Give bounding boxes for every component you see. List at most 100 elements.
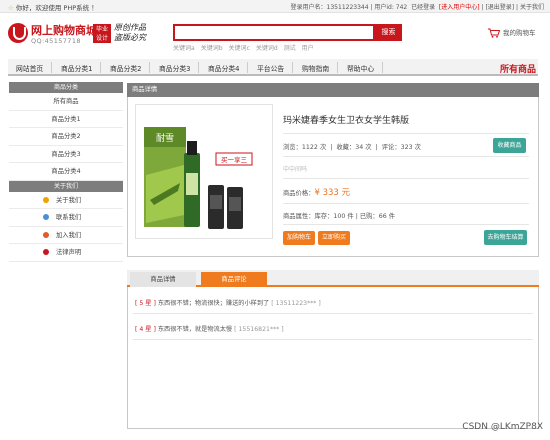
product-detail-title: 商品详情: [127, 83, 539, 97]
review-stars: 4 星: [139, 326, 152, 333]
product-attributes: 商品属性：库存：100 件 | 已购：66 件: [283, 213, 396, 220]
tab-product-detail[interactable]: 商品详情: [130, 272, 196, 287]
review-bracket: ]: [151, 326, 156, 333]
nav-category-1[interactable]: 商品分类1: [61, 63, 93, 73]
hot-keyword[interactable]: 关键词a: [173, 45, 195, 52]
sidebar: 商品分类 所有商品 商品分类1 商品分类2 商品分类3 商品分类4 关于我们 关…: [9, 82, 123, 262]
user-id: 用户id: 742: [374, 4, 408, 11]
graduation-badge: 毕业 设计: [93, 24, 111, 43]
views-unit: 次: [319, 144, 327, 151]
nav-divider: [247, 62, 248, 73]
cart-label: 我的购物车: [503, 29, 536, 37]
sidebar-item-category-3[interactable]: 商品分类3: [9, 146, 123, 163]
main-nav: 网站首页 商品分类1 商品分类2 商品分类3 商品分类4 平台公告 购物指南 帮…: [8, 59, 538, 76]
review-bracket: ]: [151, 300, 156, 307]
nav-divider: [149, 62, 150, 73]
review-text: 东西很不错；物流很快；赚送的小样到了: [157, 300, 270, 307]
divider: [133, 313, 533, 314]
sidebar-item-category-4[interactable]: 商品分类4: [9, 163, 123, 181]
sidebar-item-contact[interactable]: 联系我们: [9, 209, 123, 227]
checkout-button[interactable]: 去购物车结算: [484, 230, 527, 245]
cart-link[interactable]: 我的购物车: [488, 27, 536, 38]
divider: [283, 178, 529, 179]
hot-keyword[interactable]: 关键词c: [229, 45, 250, 52]
divider: [283, 156, 529, 157]
nav-announcements[interactable]: 平台公告: [257, 63, 284, 73]
buy-now-button[interactable]: 立即购买: [318, 231, 350, 245]
badge-line-2: 设计: [95, 35, 108, 42]
review-text: 东西很不错，就是物流太慢: [157, 326, 233, 333]
divider: [133, 339, 533, 340]
user-center-link[interactable]: [进入用户中心]: [439, 4, 480, 11]
top-links: 登录用户名：13511223344 | 用户id: 742 已经登录 [进入用户…: [290, 4, 544, 11]
product-subtitle: 中中间吗: [283, 166, 308, 173]
logout-link[interactable]: [退出登录]: [485, 4, 514, 11]
sidebar-item-category-1[interactable]: 商品分类1: [9, 111, 123, 128]
contact-icon: [43, 214, 49, 220]
sidebar-item-all[interactable]: 所有商品: [9, 93, 123, 111]
all-goods-link[interactable]: 所有商品: [500, 62, 536, 75]
search-input[interactable]: [173, 24, 375, 41]
review-user-id: 13511223***: [275, 300, 317, 307]
info-icon: [43, 196, 49, 203]
favorite-button[interactable]: 收藏商品: [493, 138, 526, 153]
comments-unit: 次: [414, 144, 421, 151]
product-stats: 浏览：1122 次 | 收藏：34 次 | 评论：323 次: [283, 144, 421, 151]
nav-category-4[interactable]: 商品分类4: [208, 63, 240, 73]
divider: [283, 203, 529, 204]
comments-count: 323: [400, 144, 413, 151]
sidebar-about-title: 关于我们: [9, 180, 123, 192]
price-value: ¥ 333 元: [314, 188, 351, 198]
hot-keyword[interactable]: 关键词d: [256, 45, 278, 52]
hot-keyword[interactable]: 用户: [302, 45, 314, 52]
sidebar-item-about[interactable]: 关于我们: [9, 192, 123, 209]
login-status: 已经登录: [411, 4, 436, 11]
review-item: [ 4 星 ] 东西很不错，就是物流太慢 [ 15516821*** ]: [135, 324, 284, 333]
sidebar-item-label: 关于我们: [56, 196, 82, 204]
sidebar-item-label: 联系我们: [56, 214, 82, 221]
sidebar-categories-title: 商品分类: [9, 82, 123, 93]
divider: [283, 133, 529, 134]
nav-shopping-guide[interactable]: 购物指南: [302, 63, 329, 73]
sidebar-item-label: 法律声明: [56, 249, 82, 256]
add-to-cart-button[interactable]: 加购物车: [283, 231, 315, 245]
sidebar-item-category-2[interactable]: 商品分类2: [9, 128, 123, 146]
nav-divider: [198, 62, 199, 73]
slogan: 原创作品 盗版必究: [114, 23, 146, 42]
hot-keyword[interactable]: 测试: [284, 45, 296, 52]
sidebar-item-legal[interactable]: 法律声明: [9, 244, 123, 262]
cart-icon: [488, 28, 501, 38]
legal-icon: [43, 249, 49, 255]
nav-help-center[interactable]: 帮助中心: [347, 63, 374, 73]
review-user-id: 15516821***: [238, 326, 280, 333]
price-label: 商品价格：: [283, 190, 315, 197]
favorites-label: 收藏：: [336, 144, 356, 151]
search-button[interactable]: 搜索: [375, 24, 402, 41]
welcome-label: 你好，欢迎使用 PHP系统 ！: [15, 4, 98, 12]
star-icon: ☆: [8, 4, 14, 12]
nav-category-3[interactable]: 商品分类3: [159, 63, 191, 73]
nav-divider: [100, 62, 101, 73]
review-stars: 5 星: [139, 300, 152, 307]
watermark: CSDN @LKmZP8X: [462, 422, 543, 432]
tab-product-reviews[interactable]: 商品评论: [201, 272, 267, 287]
sidebar-item-join[interactable]: 加入我们: [9, 227, 123, 244]
nav-divider: [292, 62, 293, 73]
favorites-count: 34: [355, 144, 364, 151]
product-name: 玛米婕春季女生卫衣女学生韩版: [283, 116, 410, 126]
hot-keyword[interactable]: 关键词b: [201, 45, 223, 52]
nav-category-2[interactable]: 商品分类2: [110, 63, 142, 73]
divider: [283, 224, 529, 225]
product-photo: 耐雪 买一享三: [136, 105, 272, 238]
hot-keywords: 关键词a 关键词b 关键词c 关键词d 测试 用户: [173, 43, 320, 52]
nav-home[interactable]: 网站首页: [16, 63, 43, 73]
product-promo-text: 买一享三: [221, 155, 248, 164]
product-image[interactable]: 耐雪 买一享三: [135, 104, 273, 239]
comments-label: 评论：: [381, 144, 401, 151]
site-title[interactable]: 网上购物商城: [31, 22, 97, 38]
about-link[interactable]: 关于我们: [520, 4, 544, 11]
badge-line-1: 毕业: [95, 26, 108, 33]
nav-divider: [51, 62, 52, 73]
logo-icon[interactable]: [8, 23, 28, 43]
review-user: [ 15516821*** ]: [234, 326, 284, 333]
